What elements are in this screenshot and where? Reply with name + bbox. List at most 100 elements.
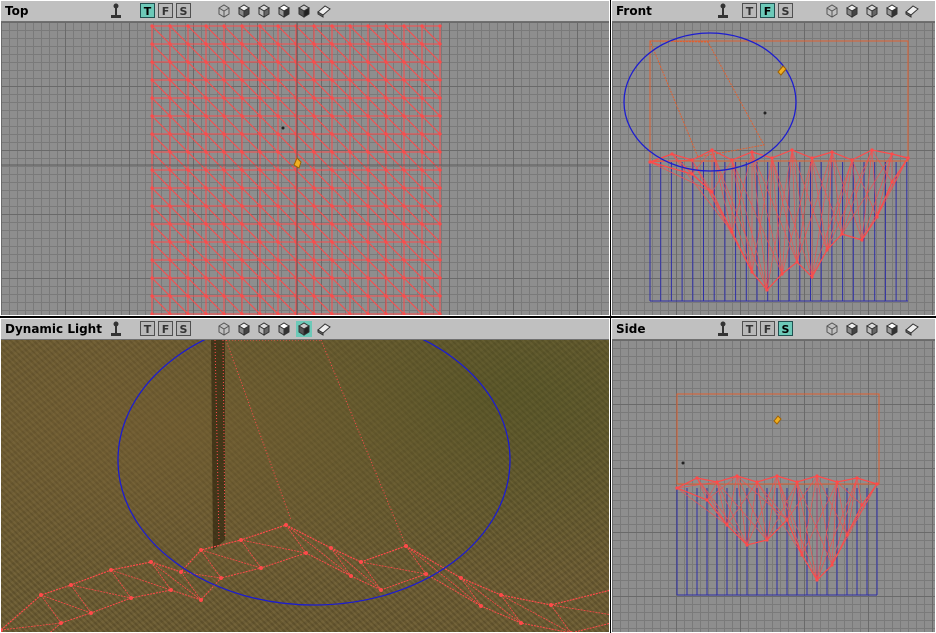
world-axis bbox=[1, 22, 609, 315]
mesh-vertex bbox=[168, 186, 172, 190]
view-front-button[interactable]: F bbox=[760, 3, 775, 18]
solid-cube-icon[interactable] bbox=[236, 321, 252, 337]
mesh-vertex bbox=[890, 152, 894, 156]
mesh-vertex bbox=[690, 158, 694, 162]
mesh-vertex bbox=[438, 114, 442, 118]
solid-cube-icon[interactable] bbox=[844, 321, 860, 337]
mesh-vertex bbox=[420, 42, 424, 46]
mesh-vertex bbox=[186, 42, 190, 46]
mesh-vertex bbox=[366, 222, 370, 226]
wireframe-cube-icon[interactable] bbox=[824, 3, 840, 19]
lit-cube-icon[interactable] bbox=[884, 321, 900, 337]
viewport-front[interactable]: Front T F S bbox=[611, 0, 936, 316]
mesh-vertex bbox=[875, 482, 879, 486]
view-front-button[interactable]: F bbox=[760, 321, 775, 336]
textured-cube-icon[interactable] bbox=[864, 3, 880, 19]
mesh-vertex bbox=[150, 42, 154, 46]
view-front-button[interactable]: F bbox=[158, 321, 173, 336]
mesh-vertex bbox=[168, 42, 172, 46]
joystick-icon[interactable] bbox=[716, 3, 730, 19]
solid-cube-icon[interactable] bbox=[236, 3, 252, 19]
mesh-vertex bbox=[1, 628, 3, 632]
mesh-vertex bbox=[384, 60, 388, 64]
mesh-vertex bbox=[366, 150, 370, 154]
view-side-button[interactable]: S bbox=[778, 321, 793, 336]
joystick-icon[interactable] bbox=[109, 3, 123, 19]
lit-cube-icon[interactable] bbox=[276, 321, 292, 337]
lit-cube-icon[interactable] bbox=[884, 3, 900, 19]
viewport-top[interactable]: Top T F S bbox=[0, 0, 610, 316]
mesh-vertex bbox=[715, 480, 719, 484]
mesh-vertex bbox=[69, 583, 73, 587]
mesh-vertex bbox=[906, 156, 910, 160]
dynamic-light-cube-icon[interactable] bbox=[296, 3, 312, 19]
mesh-vertex bbox=[276, 96, 280, 100]
wireframe-cube-icon[interactable] bbox=[824, 321, 840, 337]
textured-cube-icon[interactable] bbox=[256, 3, 272, 19]
mesh-vertex bbox=[330, 240, 334, 244]
mesh-vertex bbox=[850, 158, 854, 162]
mesh-vertex bbox=[186, 186, 190, 190]
mesh-vertex bbox=[775, 474, 779, 478]
mesh-vertex bbox=[276, 114, 280, 118]
mesh-vertex bbox=[204, 204, 208, 208]
dynamic-light-cube-icon[interactable] bbox=[296, 321, 312, 337]
mesh-vertex bbox=[330, 24, 334, 28]
wireframe-cube-icon[interactable] bbox=[216, 3, 232, 19]
view-front-button[interactable]: F bbox=[158, 3, 173, 18]
mesh-vertex bbox=[222, 294, 226, 298]
terrain-wireframe[interactable] bbox=[612, 340, 936, 633]
mesh-vertex bbox=[402, 222, 406, 226]
book-icon[interactable] bbox=[904, 321, 920, 337]
mesh-vertex bbox=[366, 294, 370, 298]
mesh-vertex bbox=[186, 132, 190, 136]
mesh-vertex bbox=[404, 544, 408, 548]
mesh-vertex bbox=[150, 294, 154, 298]
mesh-vertex bbox=[150, 168, 154, 172]
mesh-vertex bbox=[795, 480, 799, 484]
mesh-vertex bbox=[384, 132, 388, 136]
mesh-vertex bbox=[168, 222, 172, 226]
terrain-wireframe[interactable] bbox=[1, 340, 610, 633]
mesh-vertex bbox=[438, 168, 442, 172]
actor-marker bbox=[681, 461, 685, 465]
mesh-vertex bbox=[186, 276, 190, 280]
light-actor-icon bbox=[293, 157, 302, 169]
lit-cube-icon[interactable] bbox=[276, 3, 292, 19]
book-icon[interactable] bbox=[904, 3, 920, 19]
terrain-wireframe[interactable] bbox=[612, 22, 936, 316]
viewport-perspective[interactable]: Dynamic Light T F S bbox=[0, 318, 610, 633]
mesh-vertex bbox=[330, 114, 334, 118]
terrain-mesh-lines bbox=[1, 524, 609, 632]
mesh-vertex bbox=[168, 258, 172, 262]
terrain-wireframe[interactable] bbox=[1, 22, 610, 316]
mesh-vertex bbox=[402, 276, 406, 280]
textured-cube-icon[interactable] bbox=[256, 321, 272, 337]
mesh-vertex bbox=[348, 96, 352, 100]
textured-cube-icon[interactable] bbox=[864, 321, 880, 337]
wireframe-cube-icon[interactable] bbox=[216, 321, 232, 337]
view-top-button[interactable]: T bbox=[742, 321, 757, 336]
joystick-icon[interactable] bbox=[109, 321, 123, 337]
viewport-side[interactable]: Side T F S bbox=[611, 318, 936, 633]
book-icon[interactable] bbox=[316, 3, 332, 19]
mesh-vertex bbox=[815, 578, 819, 582]
view-side-button[interactable]: S bbox=[176, 3, 191, 18]
view-top-button[interactable]: T bbox=[140, 3, 155, 18]
mesh-vertex bbox=[438, 24, 442, 28]
mesh-vertex bbox=[204, 294, 208, 298]
view-top-button[interactable]: T bbox=[140, 321, 155, 336]
joystick-icon[interactable] bbox=[716, 321, 730, 337]
mesh-vertex bbox=[312, 258, 316, 262]
view-top-button[interactable]: T bbox=[742, 3, 757, 18]
mesh-vertex bbox=[366, 312, 370, 315]
view-side-button[interactable]: S bbox=[176, 321, 191, 336]
mesh-vertex bbox=[150, 258, 154, 262]
mesh-vertex bbox=[276, 132, 280, 136]
book-icon[interactable] bbox=[316, 321, 332, 337]
mesh-vertex bbox=[438, 150, 442, 154]
solid-cube-icon[interactable] bbox=[844, 3, 860, 19]
mesh-vertex bbox=[330, 276, 334, 280]
view-side-button[interactable]: S bbox=[778, 3, 793, 18]
mesh-vertex bbox=[150, 186, 154, 190]
